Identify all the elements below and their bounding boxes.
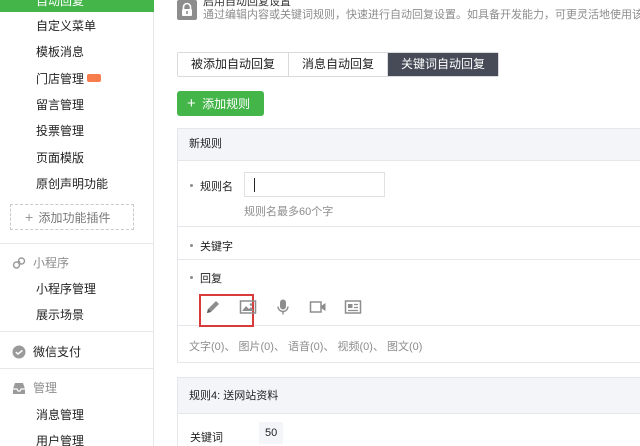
voice-reply-tool[interactable] xyxy=(274,298,292,316)
sidebar-divider xyxy=(0,243,154,244)
text-reply-tool[interactable] xyxy=(199,294,254,327)
sidebar-divider xyxy=(0,368,154,369)
rule-4-keyword-value: 50 xyxy=(259,422,284,444)
new-badge xyxy=(87,74,102,82)
row-separator xyxy=(178,259,640,260)
bullet-dot xyxy=(190,276,193,279)
sidebar-section-label: 管理 xyxy=(33,381,58,395)
rule-name-hint: 规则名最多60个字 xyxy=(244,206,334,218)
sidebar-item-mini-program-management[interactable]: 小程序管理 xyxy=(36,281,96,297)
sidebar-item-label: 门店管理 xyxy=(36,72,85,86)
article-reply-tool[interactable] xyxy=(344,298,362,316)
rule-4-header[interactable]: 规则4: 送网站资料 xyxy=(178,378,640,414)
reply-toolbar xyxy=(178,288,640,327)
tab-message-reply[interactable]: 消息自动回复 xyxy=(289,53,389,76)
image-icon xyxy=(239,300,257,314)
sidebar-item-display-scene[interactable]: 展示场景 xyxy=(36,307,84,323)
sidebar-item-auto-reply[interactable]: 自动回复 xyxy=(0,0,154,12)
rule-4-keyword-label: 关键词 xyxy=(190,432,223,444)
mini-program-icon xyxy=(12,257,26,269)
sidebar-section-wechat-pay[interactable]: 微信支付 xyxy=(12,344,81,360)
sidebar-item-vote-management[interactable]: 投票管理 xyxy=(36,123,84,139)
notice-text: 通过编辑内容或关键词规则，快速进行自动回复设置。如具备开发能力，可更灵活地使用该 xyxy=(203,9,640,21)
new-rule-panel: 新规则 规则名 规则名最多60个字 关键字 回复 文字(0)、 图片(0)、 语… xyxy=(177,128,640,363)
new-rule-header: 新规则 xyxy=(178,129,640,161)
sidebar-item-label: 自动回复 xyxy=(36,0,85,8)
add-rule-button[interactable]: + 添加规则 xyxy=(177,91,265,116)
rule-4-panel: 规则4: 送网站资料 关键词 50 xyxy=(177,377,640,446)
microphone-icon xyxy=(277,299,289,315)
sidebar-item-custom-menu[interactable]: 自定义菜单 xyxy=(36,18,96,34)
sidebar-item-original-declaration[interactable]: 原创声明功能 xyxy=(36,176,108,192)
image-reply-tool[interactable] xyxy=(239,298,257,316)
bullet-dot xyxy=(190,184,193,187)
reply-label: 回复 xyxy=(190,270,222,286)
tab-added-reply[interactable]: 被添加自动回复 xyxy=(178,53,290,76)
plus-icon: + xyxy=(187,95,196,112)
sidebar: 自动回复 自定义菜单 模板消息 门店管理 留言管理 投票管理 页面模版 原创声明… xyxy=(0,0,154,446)
rule-name-input[interactable] xyxy=(244,172,385,197)
sidebar-item-comment-management[interactable]: 留言管理 xyxy=(36,97,84,113)
video-reply-tool[interactable] xyxy=(309,298,327,316)
plus-icon: + xyxy=(25,209,34,225)
rule-name-label: 规则名 xyxy=(190,178,233,194)
main-content: 启用自动回复设置 通过编辑内容或关键词规则，快速进行自动回复设置。如具备开发能力… xyxy=(155,0,640,446)
sidebar-divider xyxy=(0,331,154,332)
add-rule-label: 添加规则 xyxy=(202,97,251,111)
sidebar-item-message-management[interactable]: 消息管理 xyxy=(36,407,84,423)
wechat-pay-icon xyxy=(12,345,26,359)
reply-label-text: 回复 xyxy=(200,273,222,285)
add-plugin-button[interactable]: + 添加功能插件 xyxy=(10,204,134,230)
article-icon xyxy=(344,300,362,314)
sidebar-section-mini-program[interactable]: 小程序 xyxy=(12,255,69,271)
add-plugin-label: 添加功能插件 xyxy=(38,211,111,225)
manage-icon xyxy=(13,383,25,394)
bullet-dot xyxy=(190,244,193,247)
sidebar-item-page-template[interactable]: 页面模版 xyxy=(36,150,84,166)
sidebar-item-template-message[interactable]: 模板消息 xyxy=(36,44,84,60)
sidebar-item-user-management[interactable]: 用户管理 xyxy=(36,433,84,446)
lock-icon xyxy=(177,0,197,20)
reply-type-tabs: 被添加自动回复 消息自动回复 关键词自动回复 xyxy=(177,52,500,77)
video-icon xyxy=(309,301,326,313)
keyword-label: 关键字 xyxy=(190,238,233,254)
row-separator xyxy=(178,226,640,227)
notice-banner: 启用自动回复设置 通过编辑内容或关键词规则，快速进行自动回复设置。如具备开发能力… xyxy=(177,0,640,22)
sidebar-section-manage[interactable]: 管理 xyxy=(12,380,57,396)
tab-keyword-reply[interactable]: 关键词自动回复 xyxy=(388,53,499,76)
sidebar-section-label: 微信支付 xyxy=(33,345,82,359)
sidebar-section-label: 小程序 xyxy=(33,256,70,270)
reply-counts: 文字(0)、 图片(0)、 语音(0)、 视频(0)、 图文(0) xyxy=(189,341,423,353)
rule-name-label-text: 规则名 xyxy=(200,181,233,193)
sidebar-item-store-management[interactable]: 门店管理 xyxy=(36,71,102,87)
text-caret xyxy=(254,178,255,192)
keyword-label-text: 关键字 xyxy=(200,241,233,253)
